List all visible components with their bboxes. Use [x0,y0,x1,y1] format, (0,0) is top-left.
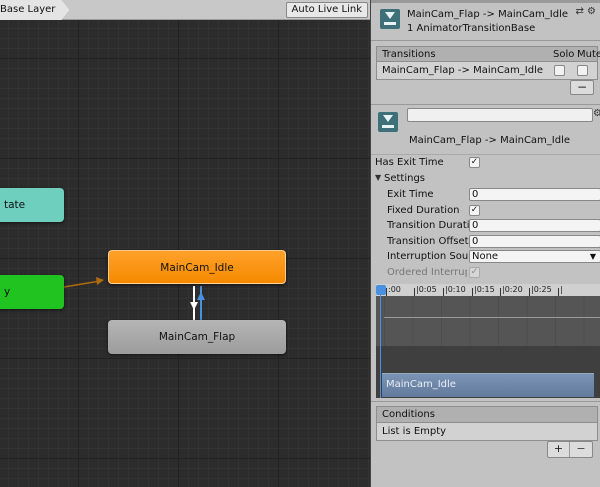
transitions-list: Transitions Solo Mute MainCam_Flap -> Ma… [376,46,600,102]
fixed-duration-label: Fixed Duration [387,205,460,216]
animator-graph[interactable]: Base Layer Auto Live Link tate y MainCam… [0,0,370,487]
transitions-heading: Transitions [382,49,436,60]
interruption-source-value: None [472,251,499,262]
transition-icon [380,9,400,29]
transition-duration-field[interactable]: 0 [469,219,600,232]
conditions-buttons: + − [547,441,593,458]
timeline-tick: :00 [386,285,401,296]
clip-bar-maincam-idle[interactable]: MainCam_Idle [382,373,594,397]
state-node-maincam-idle[interactable]: MainCam_Idle [108,250,286,284]
gear-icon[interactable]: ⚙ [593,108,600,119]
auto-live-link-button[interactable]: Auto Live Link [285,2,368,18]
selected-transition-title: MainCam_Flap -> MainCam_Idle [409,135,571,146]
transition-icon [378,112,398,132]
settings-icon[interactable]: ⇄ ⚙ [575,6,596,17]
settings-foldout-label[interactable]: Settings [384,173,425,184]
divider [371,40,600,41]
breadcrumb-base-layer[interactable]: Base Layer [0,0,69,20]
transition-offset-label: Transition Offset [387,236,469,247]
dropdown-arrow-icon: ▼ [589,252,596,261]
state-node-teal[interactable]: tate [0,188,64,222]
timeline-ruler[interactable]: :00 |0:05 |0:10 |0:15 |0:20 |0:25 | [376,284,600,296]
transition-row-label: MainCam_Flap -> MainCam_Idle [382,65,544,76]
transition-name-input[interactable] [407,108,593,122]
state-node-entry[interactable]: y [0,275,64,309]
has-exit-time-checkbox[interactable]: ✓ [469,157,480,168]
state-node-maincam-flap[interactable]: MainCam_Flap [108,320,286,354]
timeline-tick: |0:25 [529,285,552,296]
transition-arrowhead-idle-to-flap [190,302,198,310]
divider [371,104,600,105]
transition-arrowhead-green-to-idle [96,277,104,285]
ordered-interruption-label: Ordered Interruptio [387,267,467,278]
timeline-curve [384,317,600,318]
transition-arrow-green-to-idle[interactable] [63,280,101,288]
timeline-tick: | [558,285,563,296]
conditions-heading: Conditions [376,406,598,423]
transitions-header: Transitions Solo Mute [376,46,600,62]
divider [371,401,600,402]
inspector-tab-strip [371,0,600,3]
foldout-arrow-icon[interactable]: ▼ [375,173,381,182]
add-condition-button[interactable]: + [548,442,570,457]
inspector-subtitle: 1 AnimatorTransitionBase [407,23,536,34]
timeline-tick: |0:05 [414,285,437,296]
transition-offset-field[interactable]: 0 [469,235,600,248]
playhead-line [380,295,381,398]
timeline-upper-track [376,296,600,346]
transition-timeline[interactable]: :00 |0:05 |0:10 |0:15 |0:20 |0:25 | Main… [376,284,600,398]
conditions-empty-text: List is Empty [376,423,598,441]
has-exit-time-label: Has Exit Time [375,157,444,168]
mute-checkbox[interactable] [577,65,588,76]
transition-row[interactable]: MainCam_Flap -> MainCam_Idle [376,62,598,80]
transition-arrows [63,277,205,320]
ordered-interruption-checkbox[interactable]: ✓ [469,267,480,278]
timeline-tick: |0:20 [500,285,523,296]
conditions-list: Conditions List is Empty [376,406,598,444]
graph-toolbar: Base Layer Auto Live Link [0,0,370,20]
inspector-title: MainCam_Flap -> MainCam_Idle [407,9,569,20]
exit-time-label: Exit Time [387,189,434,200]
mute-column-label: Mute [577,49,600,60]
transition-duration-label: Transition Duratior [387,220,469,231]
transition-arrowhead-flap-to-idle-selected [197,292,205,300]
timeline-tick: |0:15 [472,285,495,296]
exit-time-field[interactable]: 0 [469,188,600,201]
solo-column-label: Solo [553,49,575,60]
interruption-source-label: Interruption Source [387,251,469,262]
playhead-handle[interactable] [376,285,386,295]
remove-transition-button[interactable]: − [570,80,594,95]
interruption-source-dropdown[interactable]: None ▼ [469,250,600,263]
divider [371,154,600,155]
solo-checkbox[interactable] [554,65,565,76]
timeline-tick: |0:10 [443,285,466,296]
fixed-duration-checkbox[interactable]: ✓ [469,205,480,216]
remove-condition-button[interactable]: − [570,442,592,457]
inspector-panel: MainCam_Flap -> MainCam_Idle 1 AnimatorT… [370,0,600,487]
